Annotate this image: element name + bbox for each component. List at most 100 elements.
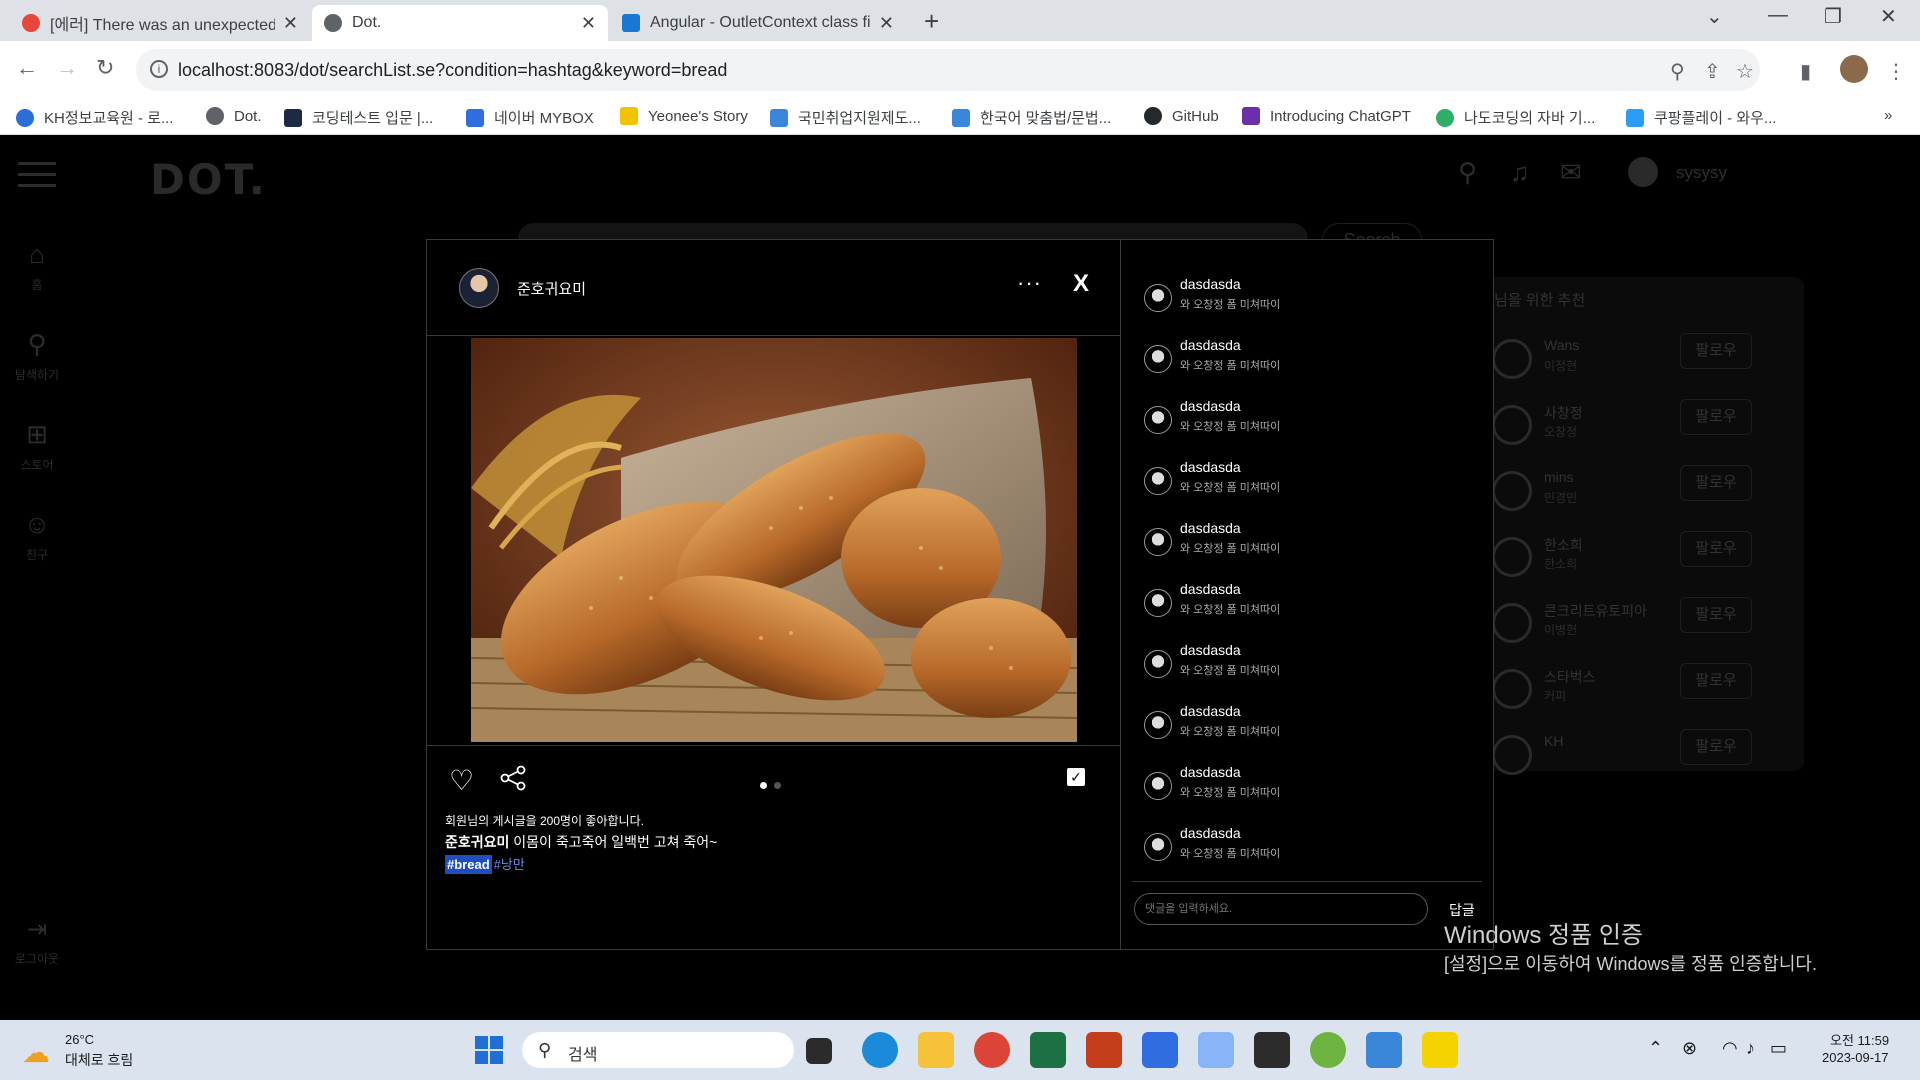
follow-button[interactable]: 팔로우 (1680, 399, 1752, 435)
avatar (1144, 284, 1172, 312)
list-item: 스타벅스 커피 팔로우 (1484, 663, 1804, 715)
bookmark-chatgpt[interactable]: Introducing ChatGPT (1242, 107, 1411, 125)
sticky-notes-icon[interactable] (1254, 1032, 1290, 1068)
weather-temperature[interactable]: 26°C (65, 1032, 94, 1047)
tab-search-chevron-icon[interactable]: ⌄ (1706, 4, 1723, 29)
snipping-tool-icon[interactable] (1198, 1032, 1234, 1068)
notepad-icon[interactable] (1142, 1032, 1178, 1068)
bookmark-yeonee[interactable]: Yeonee's Story (620, 107, 748, 125)
restore-icon[interactable]: ❐ (1824, 4, 1842, 29)
tab-dot[interactable]: Dot. ✕ (312, 5, 608, 41)
share-icon[interactable] (499, 764, 527, 792)
author-name[interactable]: 준호귀요미 (517, 278, 586, 299)
carousel-dot[interactable] (774, 782, 781, 789)
caption-author[interactable]: 준호귀요미 (445, 834, 509, 850)
follow-button[interactable]: 팔로우 (1680, 729, 1752, 765)
sidebar-item-friends[interactable]: ☺ 친구 (0, 509, 74, 563)
more-options-icon[interactable]: ··· (1017, 270, 1042, 296)
edge-icon[interactable] (862, 1032, 898, 1068)
file-explorer-icon[interactable] (918, 1032, 954, 1068)
hamburger-menu-icon[interactable] (18, 162, 56, 195)
search-icon[interactable]: ⚲ (1458, 157, 1477, 188)
minimize-icon[interactable]: — (1768, 4, 1788, 27)
user-avatar[interactable] (1628, 157, 1658, 187)
zoom-icon[interactable]: ⚲ (1670, 59, 1685, 84)
username[interactable]: sysysy (1676, 163, 1727, 183)
close-tab-icon[interactable]: ✕ (581, 13, 596, 34)
url-text[interactable]: localhost:8083/dot/searchList.se?conditi… (178, 60, 727, 81)
taskbar-date[interactable]: 2023-09-17 (1822, 1050, 1889, 1065)
bookmark-nadocoding[interactable]: 나도코딩의 자바 기... (1436, 107, 1595, 128)
chrome-icon[interactable] (974, 1032, 1010, 1068)
close-window-icon[interactable]: ✕ (1880, 4, 1897, 29)
weather-cloud-icon[interactable]: ☁ (22, 1036, 50, 1069)
media-player-icon[interactable] (1366, 1032, 1402, 1068)
author-avatar[interactable] (459, 268, 499, 308)
bookmark-star-icon[interactable]: ☆ (1736, 59, 1754, 84)
windows-start-icon[interactable] (475, 1036, 503, 1064)
follow-button[interactable]: 팔로우 (1680, 531, 1752, 567)
bookmark-dot[interactable]: Dot. (206, 107, 262, 125)
reload-icon[interactable]: ↻ (96, 55, 114, 81)
hashtag-link[interactable]: #bread (445, 855, 492, 874)
bookmark-check-icon[interactable]: ✓ (1067, 768, 1085, 786)
sidebar-item-explore[interactable]: ⚲ 탐색하기 (0, 329, 74, 383)
chatgpt-icon (1242, 107, 1260, 125)
mail-icon[interactable]: ✉ (1560, 157, 1582, 188)
hashtag-link[interactable]: #낭만 (494, 857, 525, 872)
follow-button[interactable]: 팔로우 (1680, 465, 1752, 501)
carousel-dot-active[interactable] (760, 782, 767, 789)
close-tab-icon[interactable]: ✕ (879, 13, 894, 34)
bookmark-coding-test[interactable]: 코딩테스트 입문 |... (284, 107, 433, 128)
bookmark-coupangplay[interactable]: 쿠팡플레이 - 와우... (1626, 107, 1776, 128)
close-tab-icon[interactable]: ✕ (283, 13, 298, 34)
powerpoint-icon[interactable] (1086, 1032, 1122, 1068)
address-bar[interactable]: i localhost:8083/dot/searchList.se?condi… (136, 49, 1760, 91)
profile-avatar-icon[interactable] (1840, 55, 1868, 83)
globe-icon (206, 107, 224, 125)
tab-error[interactable]: [에러] There was an unexpected ✕ (10, 5, 310, 41)
post-header: 준호귀요미 ··· X (427, 240, 1121, 336)
kakaotalk-icon[interactable] (1422, 1032, 1458, 1068)
side-panel-icon[interactable]: ▮ (1800, 59, 1811, 84)
wifi-icon[interactable]: ◠ (1722, 1038, 1738, 1059)
tray-chevron-icon[interactable]: ⌃ (1648, 1038, 1663, 1059)
taskbar-search[interactable]: ⚲ 검색 (522, 1032, 794, 1068)
task-view-icon[interactable] (806, 1038, 832, 1064)
tray-app-icon[interactable]: ⊗ (1682, 1038, 1697, 1059)
spring-tool-icon[interactable] (1310, 1032, 1346, 1068)
comment-item: dasdasda 와 오창정 폼 미쳐따이 (1144, 520, 1484, 570)
site-info-icon[interactable]: i (150, 60, 168, 78)
carousel-indicator (760, 776, 788, 794)
volume-icon[interactable]: ♪ (1746, 1038, 1755, 1059)
taskbar-time[interactable]: 오전 11:59 (1830, 1030, 1889, 1049)
bookmark-mybox[interactable]: 네이버 MYBOX (466, 107, 594, 128)
bookmark-spelling[interactable]: 한국어 맞춤법/문법... (952, 107, 1111, 128)
sidebar-item-home[interactable]: ⌂ 홈 (0, 239, 74, 293)
comment-input[interactable] (1134, 893, 1428, 925)
follow-button[interactable]: 팔로우 (1680, 333, 1752, 369)
logout-button[interactable]: ⇥ 로그아웃 (0, 915, 74, 967)
back-icon[interactable]: ← (16, 55, 38, 81)
chrome-menu-icon[interactable]: ⋮ (1886, 59, 1906, 84)
new-tab-icon[interactable]: + (924, 6, 939, 37)
bookmark-kh[interactable]: KH정보교육원 - 로... (16, 107, 173, 128)
forward-icon[interactable]: → (56, 55, 78, 81)
more-bookmarks-icon[interactable]: » (1884, 107, 1892, 124)
close-modal-button[interactable]: X (1073, 270, 1089, 298)
follow-button[interactable]: 팔로우 (1680, 597, 1752, 633)
share-page-icon[interactable]: ⇪ (1704, 59, 1721, 84)
sidebar-item-store[interactable]: ⊞ 스토어 (0, 419, 74, 473)
site-logo[interactable]: DOT. (150, 155, 267, 204)
bell-icon[interactable]: ♫ (1510, 157, 1530, 188)
battery-icon[interactable]: ▭ (1770, 1038, 1787, 1059)
search-icon: ⚲ (538, 1040, 552, 1060)
tab-angular[interactable]: Angular - OutletContext class fi ✕ (610, 5, 906, 41)
heart-icon[interactable]: ♡ (449, 764, 474, 797)
weather-description[interactable]: 대체로 흐림 (65, 1050, 133, 1070)
bookmark-github[interactable]: GitHub (1144, 107, 1219, 125)
bookmark-employment[interactable]: 국민취업지원제도... (770, 107, 921, 128)
follow-button[interactable]: 팔로우 (1680, 663, 1752, 699)
excel-icon[interactable] (1030, 1032, 1066, 1068)
avatar (1144, 406, 1172, 434)
